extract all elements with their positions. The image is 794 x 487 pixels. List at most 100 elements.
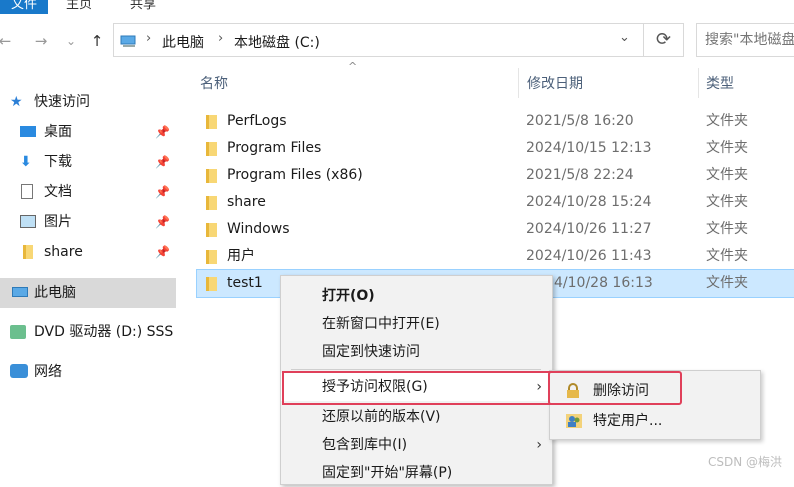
tab-file[interactable]: 文件 xyxy=(0,0,48,14)
file-name: Program Files (x86) xyxy=(227,167,363,183)
menu-item-open[interactable]: 打开(O) xyxy=(281,282,552,310)
star-icon: ★ xyxy=(10,94,23,110)
file-type: 文件夹 xyxy=(706,221,748,237)
folder-icon xyxy=(23,245,33,259)
file-type: 文件夹 xyxy=(706,275,748,291)
file-date: 2024/10/15 12:13 xyxy=(526,140,652,156)
up-button[interactable]: ↑ xyxy=(86,28,108,54)
search-box[interactable] xyxy=(696,23,794,57)
sidebar-item-label: 快速访问 xyxy=(34,94,90,110)
menu-item-label: 打开(O) xyxy=(322,288,375,304)
folder-icon xyxy=(206,277,217,291)
dvd-icon xyxy=(10,325,26,339)
sidebar-item-desktop[interactable]: 桌面 📌 xyxy=(0,117,176,147)
pin-icon[interactable]: 📌 xyxy=(155,207,170,237)
sidebar-item-share[interactable]: share 📌 xyxy=(0,237,176,267)
file-date: 2024/10/28 15:24 xyxy=(526,194,652,210)
file-name: share xyxy=(227,194,266,210)
tab-home[interactable]: 主页 xyxy=(66,0,92,14)
sidebar-item-documents[interactable]: 文档 📌 xyxy=(0,177,176,207)
users-icon xyxy=(566,414,582,428)
column-header-type[interactable]: 类型 xyxy=(706,74,734,94)
sidebar-item-label: DVD 驱动器 (D:) SSS xyxy=(34,324,174,340)
highlight-annotation xyxy=(282,371,552,405)
sidebar-item-dvd-drive[interactable]: DVD 驱动器 (D:) SSS xyxy=(0,317,176,347)
column-divider[interactable] xyxy=(698,68,699,98)
file-name: test1 xyxy=(227,275,263,291)
file-row[interactable]: Program Files 2024/10/15 12:13 文件夹 xyxy=(196,135,794,162)
submenu-item-label: 特定用户... xyxy=(593,413,663,429)
file-date: 2024/10/26 11:43 xyxy=(526,248,652,264)
sidebar-item-network[interactable]: 网络 xyxy=(0,357,176,387)
sidebar-item-pictures[interactable]: 图片 📌 xyxy=(0,207,176,237)
file-row[interactable]: Windows 2024/10/26 11:27 文件夹 xyxy=(196,216,794,243)
menu-item-label: 固定到"开始"屏幕(P) xyxy=(322,465,453,481)
folder-icon xyxy=(206,142,217,156)
computer-icon xyxy=(120,35,136,47)
pin-icon[interactable]: 📌 xyxy=(155,177,170,207)
file-row[interactable]: PerfLogs 2021/5/8 16:20 文件夹 xyxy=(196,108,794,135)
file-name: PerfLogs xyxy=(227,113,287,129)
sidebar-item-quick-access[interactable]: ★ 快速访问 xyxy=(0,87,176,117)
pin-icon[interactable]: 📌 xyxy=(155,147,170,177)
sort-up-icon: ^ xyxy=(348,60,358,73)
menu-item-pin-quick-access[interactable]: 固定到快速访问 xyxy=(281,338,552,366)
sidebar-item-label: 图片 xyxy=(44,214,72,230)
pin-icon[interactable]: 📌 xyxy=(155,117,170,147)
column-header-name[interactable]: 名称 xyxy=(200,74,228,94)
file-row[interactable]: 用户 2024/10/26 11:43 文件夹 xyxy=(196,243,794,270)
folder-icon xyxy=(206,223,217,237)
sidebar-item-label: share xyxy=(44,244,83,260)
folder-icon xyxy=(206,250,217,264)
file-type: 文件夹 xyxy=(706,113,748,129)
file-row[interactable]: share 2024/10/28 15:24 文件夹 xyxy=(196,189,794,216)
recent-locations-button[interactable]: ⌄ xyxy=(60,28,82,54)
column-header-date[interactable]: 修改日期 xyxy=(527,74,583,94)
menu-item-include-library[interactable]: 包含到库中(I) › xyxy=(281,431,552,459)
sidebar-item-this-pc[interactable]: 此电脑 xyxy=(0,278,176,308)
breadcrumb-local-disk[interactable]: 本地磁盘 (C:) xyxy=(234,32,320,52)
desktop-icon xyxy=(20,126,36,137)
folder-icon xyxy=(206,169,217,183)
sidebar-item-label: 网络 xyxy=(34,364,62,380)
menu-item-open-new-window[interactable]: 在新窗口中打开(E) xyxy=(281,310,552,338)
breadcrumb-separator: › xyxy=(146,31,152,46)
network-icon xyxy=(10,364,28,378)
sidebar-item-label: 文档 xyxy=(44,184,72,200)
file-type: 文件夹 xyxy=(706,140,748,156)
menu-separator xyxy=(291,369,541,370)
chevron-down-icon[interactable]: ⌄ xyxy=(619,30,630,45)
tab-share[interactable]: 共享 xyxy=(130,0,156,14)
refresh-button[interactable]: ⟳ xyxy=(644,23,684,57)
menu-item-label: 在新窗口中打开(E) xyxy=(322,316,440,332)
download-icon: ⬇ xyxy=(20,154,32,170)
file-name: 用户 xyxy=(227,248,255,264)
breadcrumb-this-pc[interactable]: 此电脑 xyxy=(162,32,204,52)
search-input[interactable] xyxy=(697,24,794,56)
address-bar[interactable]: › 此电脑 › 本地磁盘 (C:) ⌄ xyxy=(113,23,644,57)
sidebar-item-label: 此电脑 xyxy=(34,285,76,301)
file-row[interactable]: Program Files (x86) 2021/5/8 22:24 文件夹 xyxy=(196,162,794,189)
file-date: 2024/10/26 11:27 xyxy=(526,221,652,237)
sidebar-item-label: 下载 xyxy=(44,154,72,170)
picture-icon xyxy=(20,215,36,228)
column-divider[interactable] xyxy=(518,68,519,98)
file-date: 2021/5/8 22:24 xyxy=(526,167,634,183)
submenu-item-specific-people[interactable]: 特定用户... xyxy=(550,406,760,436)
sidebar-item-downloads[interactable]: ⬇ 下载 📌 xyxy=(0,147,176,177)
watermark: CSDN @梅洪 xyxy=(707,455,782,469)
file-type: 文件夹 xyxy=(706,248,748,264)
menu-item-restore-versions[interactable]: 还原以前的版本(V) xyxy=(281,403,552,431)
file-type: 文件夹 xyxy=(706,167,748,183)
file-name: Program Files xyxy=(227,140,322,156)
back-button[interactable]: ← xyxy=(0,28,16,54)
pin-icon[interactable]: 📌 xyxy=(155,237,170,267)
sidebar-item-label: 桌面 xyxy=(44,124,72,140)
menu-item-label: 固定到快速访问 xyxy=(322,344,420,360)
highlight-annotation xyxy=(548,371,682,405)
menu-item-label: 还原以前的版本(V) xyxy=(322,409,441,425)
forward-button[interactable]: → xyxy=(30,28,52,54)
menu-item-pin-start[interactable]: 固定到"开始"屏幕(P) xyxy=(281,459,552,487)
computer-icon xyxy=(12,287,28,297)
file-date: 2021/5/8 16:20 xyxy=(526,113,634,129)
